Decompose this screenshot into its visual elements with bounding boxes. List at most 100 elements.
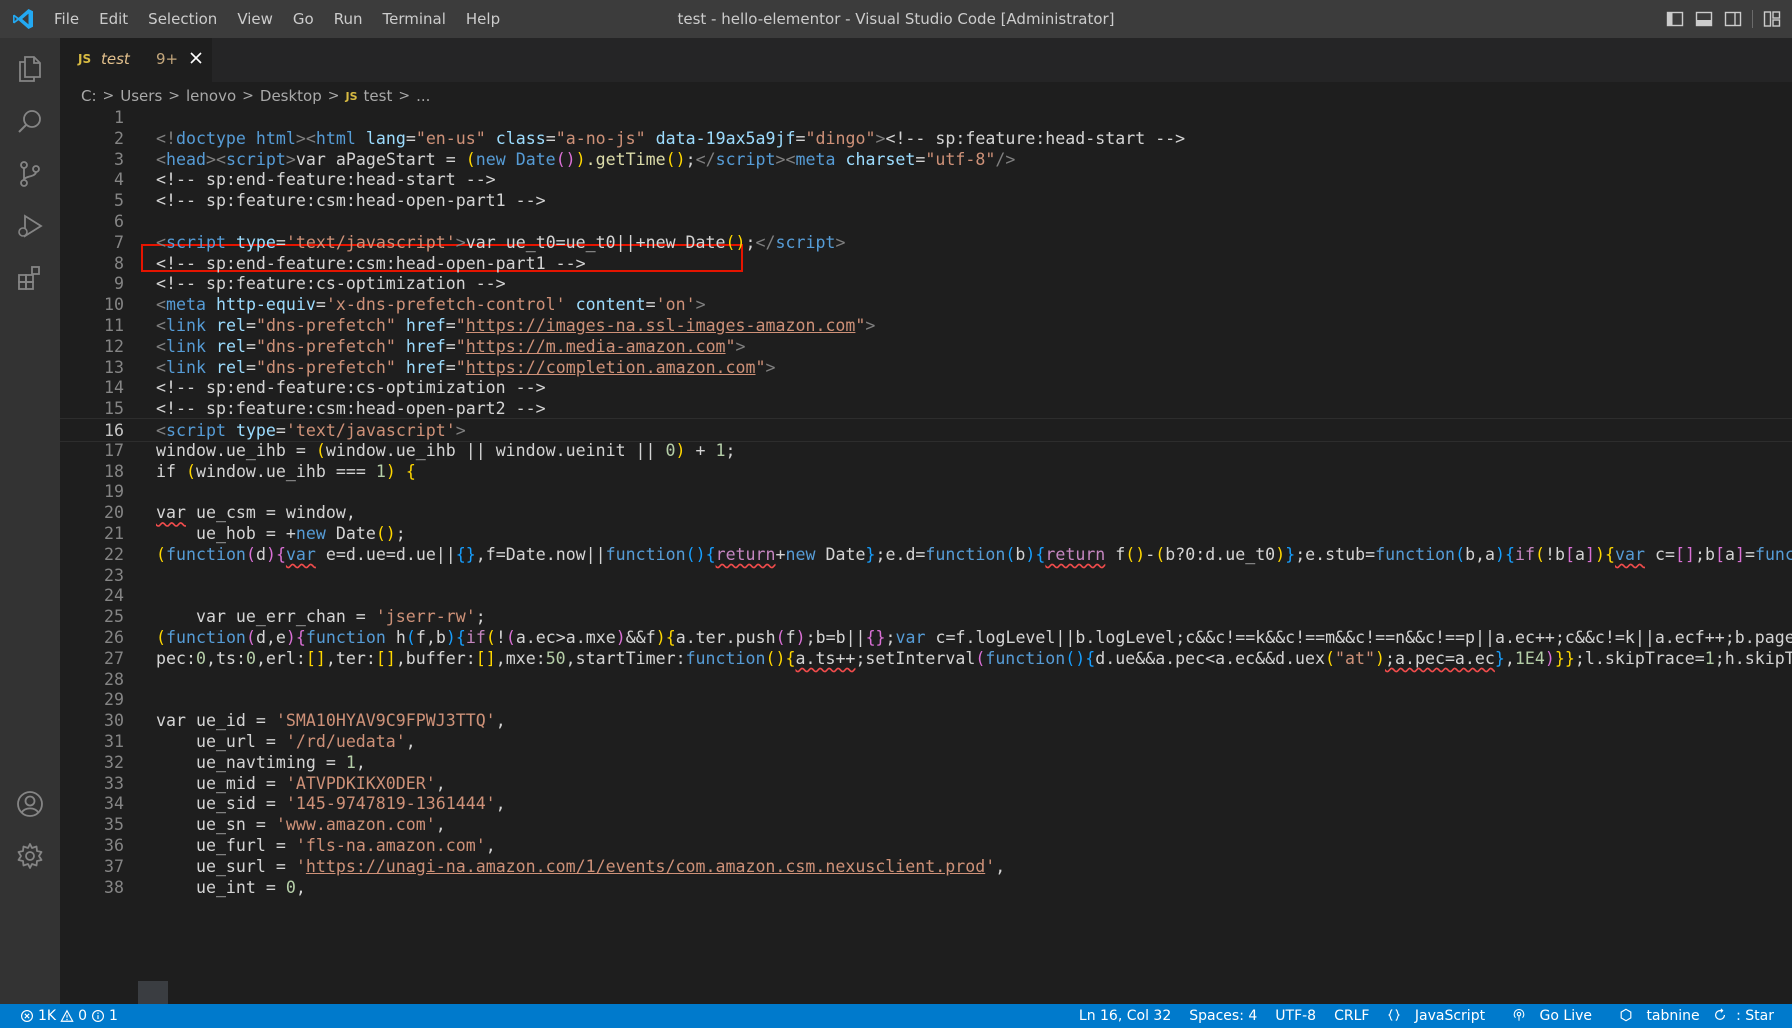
account-icon [17, 791, 43, 817]
activity-accounts[interactable] [0, 776, 60, 832]
code-token: " [725, 336, 736, 356]
problems-summary[interactable]: 1K 0 1 [20, 1004, 118, 1028]
code-token: var [156, 503, 186, 523]
language-mode[interactable]: JavaScript [1378, 1008, 1503, 1024]
editor-tabs: JS test 9+ [60, 38, 1792, 82]
code-token: ; [885, 628, 896, 647]
code-token: rel [215, 357, 246, 377]
activity-source-control[interactable] [0, 146, 60, 202]
code-token: ( [1005, 544, 1016, 564]
activity-run-debug[interactable] [0, 198, 60, 254]
tabnine-status[interactable]: tabnine : Star [1610, 1008, 1792, 1024]
breadcrumb-file[interactable]: test [364, 87, 393, 105]
menu-help[interactable]: Help [456, 10, 510, 28]
code-token: [ [1565, 544, 1576, 564]
code-token: "dns-prefetch" [255, 316, 396, 335]
code-token: ( [1455, 544, 1466, 564]
customize-layout-icon[interactable] [1762, 9, 1782, 29]
end-of-line[interactable]: CRLF [1325, 1008, 1378, 1024]
menu-go[interactable]: Go [283, 10, 324, 28]
code-token: content [575, 295, 646, 315]
code-token: ,mxe: [495, 648, 546, 668]
code-token: , [295, 877, 306, 897]
breadcrumb-users[interactable]: Users [120, 87, 162, 105]
code-token: pec: [156, 648, 196, 668]
code-token: ) [1275, 544, 1286, 564]
code-token: ( [405, 628, 416, 647]
code-token: ) [285, 628, 296, 647]
code-token: "dns-prefetch" [255, 336, 396, 356]
close-icon[interactable] [184, 46, 208, 70]
activity-manage[interactable] [0, 828, 60, 884]
code-token: meta [166, 295, 206, 315]
tab-test-js[interactable]: JS test 9+ [60, 38, 212, 82]
code-token: e=d.ue=d.ue|| [315, 544, 456, 564]
code-token: b [1015, 544, 1026, 564]
cursor-position[interactable]: Ln 16, Col 32 [1070, 1008, 1180, 1024]
code-token: 1 [345, 752, 356, 772]
code-token: = [795, 128, 806, 148]
menu-edit[interactable]: Edit [89, 10, 138, 28]
code-token: 'on' [655, 295, 696, 315]
run-debug-icon [18, 214, 43, 238]
code-token: f,b [415, 628, 446, 647]
code-token: ( [185, 461, 196, 481]
code-token: < [156, 421, 166, 440]
toggle-primary-sidebar-icon[interactable] [1665, 9, 1685, 29]
indentation[interactable]: Spaces: 4 [1180, 1008, 1266, 1024]
warning-icon [60, 1009, 74, 1022]
activity-explorer[interactable] [0, 40, 60, 96]
menu-terminal[interactable]: Terminal [373, 10, 456, 28]
code-token: {} [455, 544, 476, 564]
code-token: < [156, 149, 166, 169]
text-cursor-block [138, 981, 168, 1004]
code-token: () [1125, 544, 1146, 564]
breadcrumb-desktop[interactable]: Desktop [260, 87, 322, 105]
info-count: 1 [109, 1008, 118, 1024]
activity-extensions[interactable] [0, 250, 60, 306]
menu-selection[interactable]: Selection [138, 10, 227, 28]
code-token: var [1615, 544, 1645, 564]
code-token: () [665, 149, 686, 169]
code-token: a.ts++ [795, 648, 856, 668]
code-editor[interactable]: 1 2 <!doctype html><html lang="en-us" clas… [60, 110, 1792, 1004]
go-live-button[interactable]: Go Live [1503, 1008, 1610, 1024]
code-token: > [735, 336, 746, 356]
code-token: ( [1155, 544, 1166, 564]
code-token: class [495, 128, 546, 148]
code-text: ue_int = 0, [156, 876, 306, 900]
tab-title: test [101, 50, 130, 68]
breadcrumb-lenovo[interactable]: lenovo [186, 87, 236, 105]
code-token: if [156, 461, 186, 481]
code-token: c= [1645, 544, 1675, 564]
code-comment: <!-- sp:end-feature:head-start --> [156, 170, 496, 190]
menu-run[interactable]: Run [324, 10, 373, 28]
activity-search[interactable] [0, 94, 60, 150]
code-token: { [405, 461, 416, 481]
toggle-panel-icon[interactable] [1694, 9, 1714, 29]
breadcrumb-drive[interactable]: C: [81, 87, 97, 105]
breadcrumb-symbol[interactable]: ... [416, 87, 430, 105]
menu-view[interactable]: View [227, 10, 283, 28]
code-token: } [1564, 648, 1575, 668]
toggle-secondary-sidebar-icon[interactable] [1723, 9, 1743, 29]
code-token: , [435, 773, 446, 793]
code-token: , [495, 794, 506, 814]
code-token: 0 [195, 648, 206, 668]
code-token: var ue_id = [156, 711, 276, 731]
menu-file[interactable]: File [44, 10, 89, 28]
encoding[interactable]: UTF-8 [1266, 1008, 1325, 1024]
code-token: () [725, 232, 746, 252]
code-token: > [455, 232, 466, 252]
code-token: [] [305, 648, 326, 668]
code-token: > [865, 316, 876, 335]
code-token: new [785, 544, 816, 564]
code-token: 0 [665, 440, 676, 460]
code-token: doctype [175, 128, 246, 148]
code-token: ( [1535, 544, 1546, 564]
warning-count: 0 [78, 1008, 88, 1024]
code-line[interactable]: 38 ue_int = 0, [60, 876, 1792, 900]
